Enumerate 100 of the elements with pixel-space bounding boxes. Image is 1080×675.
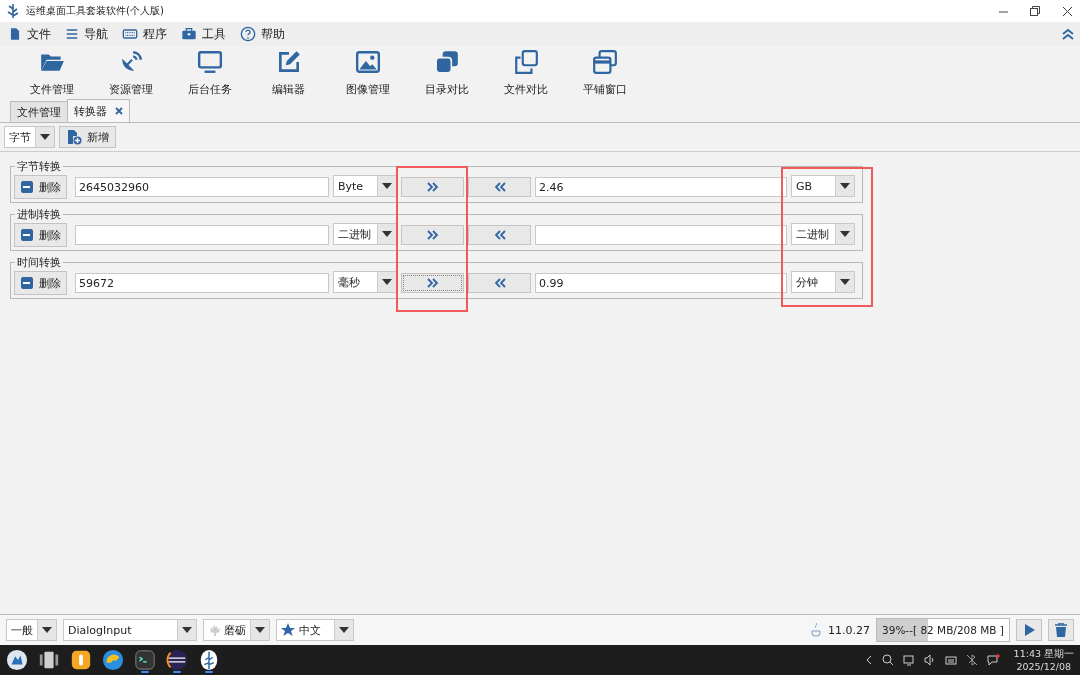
memory-bar: 39%--[ 82 MB/208 MB ] — [876, 618, 1010, 642]
menu-item[interactable]: 导航 — [63, 25, 110, 43]
type-dropdown[interactable]: 字节 — [4, 126, 55, 148]
double-chevron-left-icon — [492, 278, 507, 288]
convert-right-button[interactable] — [401, 225, 464, 245]
group-title: 进制转换 — [15, 207, 63, 222]
minus-icon — [20, 229, 33, 241]
window-title: 运维桌面工具套装软件(个人版) — [26, 4, 164, 18]
keyboard-icon[interactable] — [944, 654, 957, 666]
theme-dropdown[interactable]: 磨砺 — [203, 619, 270, 641]
collapse-icon[interactable] — [1062, 28, 1074, 40]
play-icon — [1023, 624, 1035, 636]
play-button[interactable] — [1016, 619, 1042, 641]
java-version: 11.0.27 — [828, 623, 870, 637]
unit-dropdown[interactable]: 二进制 — [333, 223, 397, 245]
convert-left-button[interactable] — [468, 225, 531, 245]
multitask-icon[interactable] — [38, 649, 60, 671]
coffee-cup-icon — [810, 623, 822, 637]
close-icon[interactable] — [1062, 6, 1072, 16]
convert-left-button[interactable] — [468, 177, 531, 197]
leaf-icon — [208, 624, 220, 636]
convert-left-button[interactable] — [468, 273, 531, 293]
tree-icon[interactable] — [198, 649, 220, 671]
menu-item[interactable]: 程序 — [120, 25, 169, 43]
caret-icon — [382, 279, 392, 285]
unit-dropdown[interactable]: GB — [791, 175, 855, 197]
toolbox-icon — [181, 26, 197, 42]
input-field[interactable]: 59672 — [75, 273, 329, 293]
tab[interactable]: 文件管理 — [10, 101, 68, 122]
screen-icon[interactable] — [902, 654, 915, 666]
chevron-left-icon[interactable] — [864, 655, 873, 665]
double-chevron-left-icon — [492, 182, 507, 192]
toolbar-button[interactable]: 文件管理 — [12, 49, 91, 97]
toolbar-button[interactable]: 平铺窗口 — [565, 49, 644, 97]
terminal-icon[interactable] — [134, 649, 156, 671]
caret-icon — [840, 183, 850, 189]
unit-dropdown[interactable]: 分钟 — [791, 271, 855, 293]
image-icon — [354, 49, 381, 75]
toolbar-button[interactable]: 图像管理 — [328, 49, 407, 97]
clock-time: 11:43 星期一 — [1013, 647, 1074, 660]
copy-icon — [512, 49, 539, 75]
toolbar-button[interactable]: 编辑器 — [249, 49, 328, 97]
delete-button[interactable] — [1048, 619, 1074, 641]
caret-icon — [182, 627, 192, 633]
toolbar-button[interactable]: 资源管理 — [91, 49, 170, 97]
caret-icon — [42, 627, 52, 633]
close-icon[interactable] — [115, 107, 123, 115]
mode-dropdown[interactable]: 一般 — [6, 619, 57, 641]
add-file-icon — [66, 129, 82, 145]
menu-icon — [65, 27, 79, 41]
caret-icon — [255, 627, 265, 633]
unit-dropdown[interactable]: 毫秒 — [333, 271, 397, 293]
add-button[interactable]: 新增 — [59, 126, 116, 148]
double-chevron-right-icon — [425, 230, 440, 240]
file-icon — [8, 27, 22, 41]
caret-icon — [840, 231, 850, 237]
speaker-icon[interactable] — [923, 654, 936, 666]
minus-icon — [20, 277, 33, 289]
menu-item[interactable]: 文件 — [6, 25, 53, 43]
star-icon — [281, 623, 295, 637]
output-field[interactable]: 0.99 — [535, 273, 787, 293]
bluetooth-off-icon[interactable] — [965, 654, 978, 666]
convert-right-button[interactable] — [401, 273, 464, 293]
help-icon — [240, 26, 256, 42]
toolbar-button[interactable]: 后台任务 — [170, 49, 249, 97]
group-title: 字节转换 — [15, 159, 63, 174]
delete-button[interactable]: 删除 — [14, 223, 67, 247]
caret-icon — [339, 627, 349, 633]
tab[interactable]: 转换器 — [67, 99, 130, 122]
browser-icon[interactable] — [102, 649, 124, 671]
caret-icon — [40, 134, 50, 140]
notification-icon[interactable] — [986, 654, 1000, 666]
output-field[interactable]: 2.46 — [535, 177, 787, 197]
toolbar-button[interactable]: 目录对比 — [407, 49, 486, 97]
output-field[interactable] — [535, 225, 787, 245]
unit-dropdown[interactable]: Byte — [333, 175, 397, 197]
language-dropdown[interactable]: 中文 — [276, 619, 354, 641]
delete-button[interactable]: 删除 — [14, 271, 67, 295]
convert-right-button[interactable] — [401, 177, 464, 197]
toolbar-button[interactable]: 文件对比 — [486, 49, 565, 97]
search-icon[interactable] — [881, 654, 894, 666]
app-icon[interactable] — [70, 649, 92, 671]
launcher-icon[interactable] — [6, 649, 28, 671]
eclipse-icon[interactable] — [166, 649, 188, 671]
caret-icon — [840, 279, 850, 285]
restore-icon[interactable] — [1030, 6, 1040, 16]
menu-item[interactable]: 工具 — [179, 25, 228, 43]
double-chevron-right-icon — [425, 278, 440, 288]
windows-icon — [591, 49, 618, 75]
clock-date: 2025/12/08 — [1016, 660, 1072, 673]
double-chevron-left-icon — [492, 230, 507, 240]
input-field[interactable] — [75, 225, 329, 245]
font-dropdown[interactable]: DialogInput — [63, 619, 197, 641]
delete-button[interactable]: 删除 — [14, 175, 67, 199]
caret-icon — [382, 231, 392, 237]
minus-icon — [20, 181, 33, 193]
app-logo-icon — [6, 3, 20, 19]
unit-dropdown[interactable]: 二进制 — [791, 223, 855, 245]
input-field[interactable]: 2645032960 — [75, 177, 329, 197]
menu-item[interactable]: 帮助 — [238, 25, 287, 43]
